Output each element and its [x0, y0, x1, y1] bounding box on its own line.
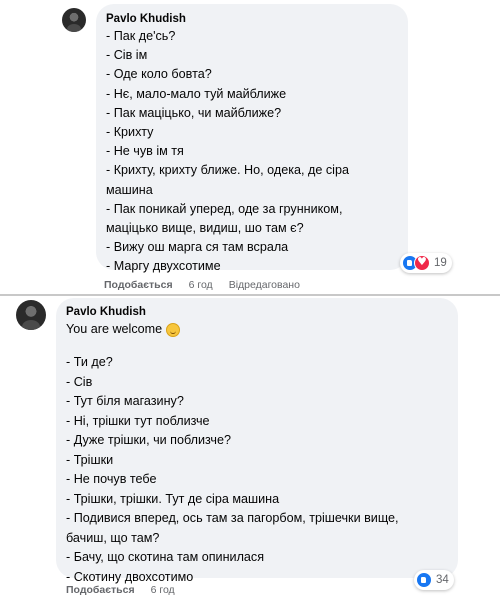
love-reaction-icon: [414, 255, 430, 271]
comment-line: - Трішки: [66, 452, 114, 467]
comment-line: - Не чув ім тя: [106, 144, 184, 159]
comment-bubble: Pavlo Khudish You are welcome - Ти де? - …: [56, 298, 458, 584]
comment-text: - Ти де? - Сів - Тут біля магазину? - Ні, т…: [66, 353, 446, 587]
comment-time[interactable]: 6 год: [151, 584, 175, 596]
comment-line: - Пак поникай уперед, оде за грунником,: [106, 201, 343, 216]
comment-line: - Ні, трішки тут поблизче: [66, 413, 210, 428]
greeting-text: You are welcome: [66, 322, 163, 336]
comment-line: - Сів: [66, 374, 93, 389]
comment-line: - Вижу ош марга ся там всрала: [106, 240, 289, 255]
comment-line: маціцько вище, видиш, шо там є?: [106, 221, 304, 236]
avatar[interactable]: [16, 300, 46, 330]
like-button[interactable]: Подобається: [104, 279, 173, 291]
comment-line: машина: [106, 182, 153, 197]
avatar[interactable]: [62, 8, 86, 32]
grinning-emoji-icon: [166, 322, 181, 337]
comment-line: - Оде коло бовта?: [106, 67, 212, 82]
comment-line: - Ти де?: [66, 355, 113, 369]
comment-line: - Маргу двухсотиме: [106, 259, 221, 274]
comment-line: - Не почув тебе: [66, 472, 157, 486]
comment-bubble: Pavlo Khudish - Пак де'сь? - Сів ім - Оде …: [96, 4, 408, 273]
comment-line: - Бачу, що скотина там опинилася: [66, 550, 265, 564]
reaction-count: 34: [436, 574, 449, 586]
edited-label: Відредаговано: [228, 279, 300, 291]
like-button[interactable]: Подобається: [66, 584, 135, 596]
reaction-summary[interactable]: 34: [414, 570, 454, 590]
reaction-summary[interactable]: 19: [400, 253, 452, 273]
like-reaction-icon: [416, 572, 432, 588]
comment-actions: Подобається 6 год Відредаговано: [104, 279, 300, 291]
comment-line: - Пак де'сь?: [106, 29, 176, 43]
comment-line: - Пак маціцько, чи майближе?: [106, 105, 282, 120]
comment-line: - Крихту: [106, 125, 154, 140]
comment-line: бачиш, що там?: [66, 530, 160, 545]
comment-panel-2: Pavlo Khudish You are welcome - Ти де? - …: [0, 298, 500, 600]
comment-line: - Подивися вперед, ось там за пагорбом, …: [66, 511, 399, 525]
comment-line: - Трішки, трішки. Тут де сіра машина: [66, 491, 280, 506]
reaction-count: 19: [434, 257, 447, 269]
comment-panel-1: Pavlo Khudish - Пак де'сь? - Сів ім - Оде …: [0, 0, 500, 296]
comment-time[interactable]: 6 год: [189, 279, 213, 291]
comment-author[interactable]: Pavlo Khudish: [106, 13, 396, 25]
comment-line: - Нє, мало-мало туй майближе: [106, 86, 287, 101]
comment-line: - Дуже трішки, чи поблизче?: [66, 433, 231, 447]
greeting-line: You are welcome: [66, 320, 446, 339]
comment-text: - Пак де'сь? - Сів ім - Оде коло бовта? - Н…: [106, 27, 396, 277]
comment-author[interactable]: Pavlo Khudish: [66, 306, 446, 318]
comment-actions: Подобається 6 год: [66, 584, 175, 596]
comment-line: - Сів ім: [106, 48, 148, 63]
comment-line: - Крихту, крихту ближе. Но, одека, де сі…: [106, 163, 349, 178]
comment-line: - Тут біля магазину?: [66, 394, 184, 408]
